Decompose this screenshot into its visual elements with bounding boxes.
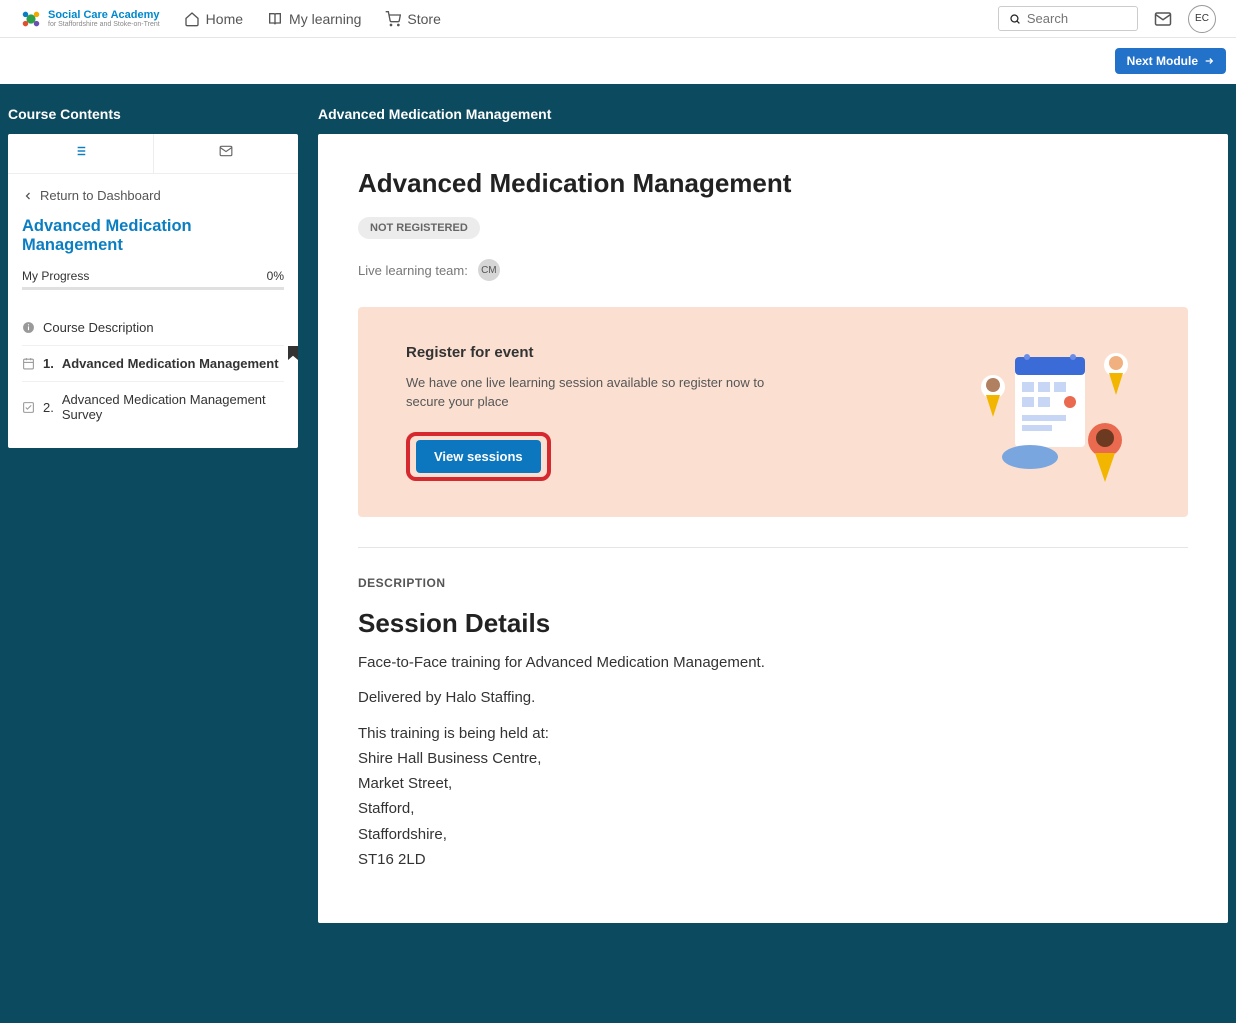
logo-text-main: Social Care Academy bbox=[48, 10, 160, 21]
status-badge: NOT REGISTERED bbox=[358, 217, 480, 239]
tab-messages[interactable] bbox=[153, 134, 299, 173]
arrow-left-icon bbox=[22, 190, 34, 202]
sidebar: Course Contents Return to Dashboard Adva… bbox=[8, 106, 298, 923]
nav-home[interactable]: Home bbox=[184, 11, 243, 27]
calendar-icon bbox=[22, 357, 35, 370]
page-title: Advanced Medication Management bbox=[358, 168, 1188, 199]
team-label: Live learning team: bbox=[358, 263, 468, 278]
address-line-4: Staffordshire, bbox=[358, 823, 1188, 846]
list-icon bbox=[73, 144, 87, 158]
content-item-description[interactable]: Course Description bbox=[22, 310, 284, 346]
main-content: Advanced Medication Management Advanced … bbox=[318, 106, 1228, 923]
check-icon bbox=[22, 401, 35, 414]
nav-my-learning[interactable]: My learning bbox=[267, 11, 361, 27]
address-line-5: ST16 2LD bbox=[358, 848, 1188, 871]
view-sessions-button[interactable]: View sessions bbox=[416, 440, 541, 473]
user-avatar[interactable]: EC bbox=[1188, 5, 1216, 33]
content-item-module-2[interactable]: 2. Advanced Medication Management Survey bbox=[22, 382, 284, 432]
progress-value: 0% bbox=[267, 269, 284, 283]
session-intro: Face-to-Face training for Advanced Medic… bbox=[358, 651, 1188, 674]
address-line-3: Stafford, bbox=[358, 797, 1188, 820]
book-icon bbox=[267, 11, 283, 27]
progress-bar bbox=[22, 287, 284, 290]
search-icon bbox=[1009, 12, 1021, 26]
sidebar-title: Course Contents bbox=[8, 106, 298, 122]
sidebar-course-name: Advanced Medication Management bbox=[22, 217, 284, 255]
home-icon bbox=[184, 11, 200, 27]
mail-icon[interactable] bbox=[1154, 10, 1172, 28]
address-line-1: Shire Hall Business Centre, bbox=[358, 747, 1188, 770]
tab-contents[interactable] bbox=[8, 134, 153, 173]
content-item-module-1[interactable]: 1. Advanced Medication Management bbox=[22, 346, 284, 382]
nav-store[interactable]: Store bbox=[385, 11, 440, 27]
envelope-icon bbox=[219, 144, 233, 158]
arrow-right-icon bbox=[1204, 56, 1214, 66]
logo-text-sub: for Staffordshire and Stoke-on-Trent bbox=[48, 21, 160, 28]
content-breadcrumb: Advanced Medication Management bbox=[318, 106, 1228, 122]
session-details-title: Session Details bbox=[358, 608, 1188, 639]
progress-label: My Progress bbox=[22, 269, 89, 283]
register-card: Register for event We have one live lear… bbox=[358, 307, 1188, 517]
info-icon bbox=[22, 321, 35, 334]
session-body: Face-to-Face training for Advanced Medic… bbox=[358, 651, 1188, 871]
description-label: DESCRIPTION bbox=[358, 576, 1188, 590]
logo-icon bbox=[20, 8, 42, 30]
cart-icon bbox=[385, 11, 401, 27]
bookmark-icon bbox=[288, 346, 298, 360]
session-delivered: Delivered by Halo Staffing. bbox=[358, 686, 1188, 709]
subheader: Next Module bbox=[0, 38, 1236, 84]
session-location-intro: This training is being held at: bbox=[358, 722, 1188, 745]
search-box[interactable] bbox=[998, 6, 1138, 31]
register-text: We have one live learning session availa… bbox=[406, 373, 806, 412]
highlight-ring: View sessions bbox=[406, 432, 551, 481]
register-illustration bbox=[970, 337, 1140, 487]
search-input[interactable] bbox=[1027, 11, 1127, 26]
logo[interactable]: Social Care Academy for Staffordshire an… bbox=[20, 8, 160, 30]
divider bbox=[358, 547, 1188, 548]
next-module-button[interactable]: Next Module bbox=[1115, 48, 1226, 74]
return-to-dashboard[interactable]: Return to Dashboard bbox=[22, 188, 284, 203]
top-header: Social Care Academy for Staffordshire an… bbox=[0, 0, 1236, 38]
register-title: Register for event bbox=[406, 344, 806, 361]
team-avatar: CM bbox=[478, 259, 500, 281]
